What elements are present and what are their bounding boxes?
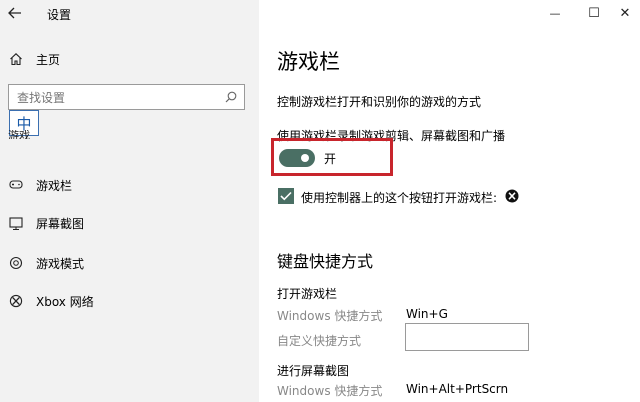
page-description: 控制游戏栏打开和识别你的游戏的方式 — [277, 95, 482, 109]
sidebar-section-label: 游戏 — [8, 130, 30, 139]
windows-shortcut-label: Windows 快捷方式 — [277, 309, 383, 323]
record-toggle[interactable] — [279, 149, 315, 167]
keyboard-section-title: 键盘快捷方式 — [277, 252, 374, 271]
screenshot-icon — [9, 216, 23, 230]
home-icon — [9, 52, 23, 66]
windows-shortcut-label: Windows 快捷方式 — [277, 384, 383, 398]
controller-button-checkbox[interactable] — [278, 188, 294, 204]
windows-shortcut-value: Win+G — [406, 307, 448, 321]
sidebar-item-home[interactable]: 主页 — [0, 44, 259, 74]
sidebar-home-label: 主页 — [36, 52, 61, 67]
custom-shortcut-label: 自定义快捷方式 — [277, 334, 362, 348]
window-title: 设置 — [47, 8, 72, 22]
toggle-knob — [301, 154, 309, 162]
search-icon — [225, 91, 237, 103]
search-input[interactable] — [15, 86, 219, 110]
page-title: 游戏栏 — [277, 50, 340, 74]
sidebar-item-xbox[interactable]: Xbox 网络 — [0, 286, 259, 316]
sidebar-item-game-mode[interactable]: 游戏模式 — [0, 248, 259, 278]
checkmark-icon — [280, 191, 292, 201]
sidebar-item-screenshot[interactable]: 屏幕截图 — [0, 208, 259, 238]
sidebar: 设置 主页 中 游戏 游戏栏 屏幕截图 游戏模式 Xbox 网络 — [0, 0, 259, 402]
arrow-left-icon — [8, 7, 21, 19]
xbox-icon — [9, 294, 23, 308]
checkbox-label: 使用控制器上的这个按钮打开游戏栏: — [301, 191, 498, 205]
xbox-button-icon — [505, 189, 519, 203]
sidebar-item-label: 游戏模式 — [36, 256, 85, 271]
search-box[interactable] — [8, 84, 245, 110]
close-button[interactable]: ✕ — [605, 0, 640, 26]
shortcut-group-title: 打开游戏栏 — [277, 287, 338, 301]
game-mode-icon — [9, 256, 23, 270]
toggle-state-label: 开 — [324, 152, 337, 166]
back-button[interactable] — [4, 4, 26, 22]
windows-shortcut-value: Win+Alt+PrtScrn — [406, 382, 509, 396]
game-bar-icon — [9, 178, 23, 192]
sidebar-item-label: 游戏栏 — [36, 178, 73, 193]
sidebar-item-label: 屏幕截图 — [36, 216, 85, 231]
sidebar-item-game-bar[interactable]: 游戏栏 — [0, 170, 259, 200]
custom-shortcut-input[interactable] — [405, 323, 529, 351]
sidebar-item-label: Xbox 网络 — [36, 294, 94, 309]
minimize-button[interactable]: — — [535, 0, 575, 26]
shortcut-group-title: 进行屏幕截图 — [277, 364, 350, 378]
